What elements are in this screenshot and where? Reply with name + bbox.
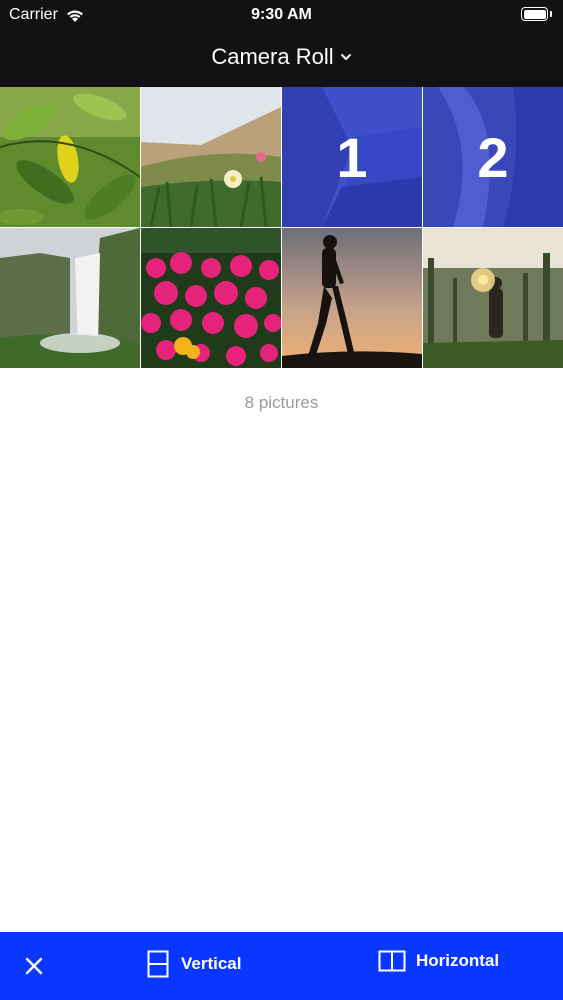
chevron-down-icon xyxy=(340,54,351,60)
selection-number: 2 xyxy=(477,125,509,189)
photo-cell-selected[interactable]: 2 xyxy=(423,87,563,227)
dune-flowers-photo xyxy=(141,87,281,227)
waterfall-photo xyxy=(0,228,140,368)
horizontal-label: Horizontal xyxy=(416,951,500,970)
horizontal-layout-icon xyxy=(378,950,406,972)
battery-icon xyxy=(521,6,554,22)
silhouette-photo xyxy=(282,228,422,368)
top-bar: Carrier 9:30 AM Camera Roll xyxy=(0,0,563,87)
photo-cell[interactable] xyxy=(141,87,281,227)
photo-cell[interactable] xyxy=(141,228,281,368)
photo-grid: 1 2 xyxy=(0,87,563,369)
status-time: 9:30 AM xyxy=(251,6,312,23)
photo-cell[interactable] xyxy=(0,228,140,368)
vertical-layout-button[interactable]: Vertical xyxy=(145,950,242,978)
vertical-label: Vertical xyxy=(181,954,242,973)
photo-cell[interactable] xyxy=(282,228,422,368)
bottom-toolbar: Vertical Horizontal xyxy=(0,932,563,1000)
vertical-layout-icon xyxy=(147,950,169,978)
selection-number: 1 xyxy=(336,125,368,189)
album-picker-button[interactable]: Camera Roll xyxy=(0,44,563,70)
forest-sparkler-photo xyxy=(423,228,563,368)
horizontal-layout-button[interactable]: Horizontal xyxy=(378,950,499,972)
status-bar: Carrier 9:30 AM xyxy=(0,0,563,30)
close-icon[interactable] xyxy=(20,952,48,980)
album-title: Camera Roll xyxy=(211,44,334,69)
screen: Carrier 9:30 AM Camera Roll 1 2 8 pictur… xyxy=(0,0,563,1000)
photo-cell[interactable] xyxy=(0,87,140,227)
photo-cell[interactable] xyxy=(423,228,563,368)
photo-cell-selected[interactable]: 1 xyxy=(282,87,422,227)
pink-flowers-photo xyxy=(141,228,281,368)
leaves-photo xyxy=(0,87,140,227)
picture-count: 8 pictures xyxy=(244,393,319,412)
